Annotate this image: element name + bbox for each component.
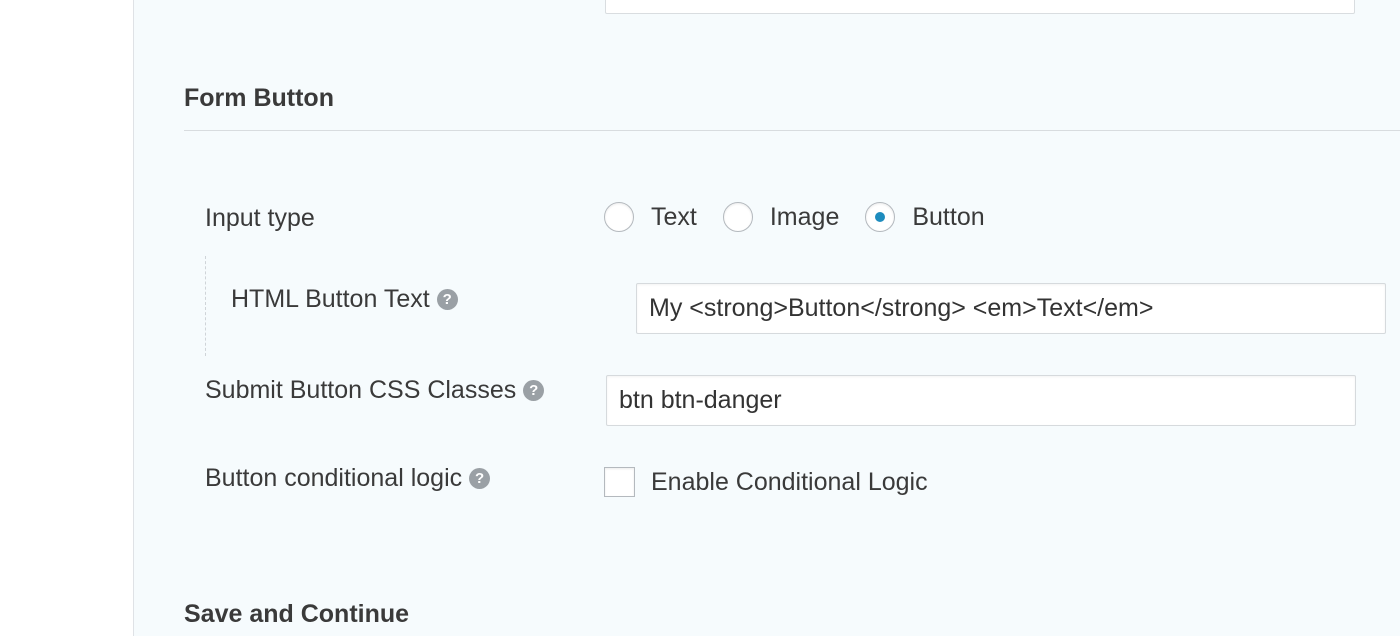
submit-css-classes-label: Submit Button CSS Classes xyxy=(205,375,517,404)
nested-setting-guide xyxy=(205,256,206,356)
radio-image-label[interactable]: Image xyxy=(770,203,839,232)
conditional-logic-row-label: Button conditional logic ? xyxy=(205,462,491,494)
submit-css-classes-input[interactable]: btn btn-danger xyxy=(606,375,1356,426)
radio-selected-dot xyxy=(875,212,886,222)
help-icon[interactable]: ? xyxy=(523,379,545,401)
radio-text-label[interactable]: Text xyxy=(651,203,697,232)
html-button-text-input[interactable]: My <strong>Button</strong> <em>Text</em> xyxy=(636,283,1386,334)
radio-option-button[interactable]: Button xyxy=(865,202,985,232)
section-divider xyxy=(184,130,1400,131)
form-button-section-title: Form Button xyxy=(184,84,334,112)
radio-image-circle[interactable] xyxy=(722,202,753,232)
enable-conditional-logic-checkbox[interactable] xyxy=(604,467,635,497)
html-button-text-label: HTML Button Text xyxy=(231,284,430,313)
radio-button-circle[interactable] xyxy=(865,202,896,232)
help-icon[interactable]: ? xyxy=(469,467,491,489)
input-type-label: Input type xyxy=(205,203,315,232)
radio-option-text[interactable]: Text xyxy=(604,202,697,232)
left-gutter xyxy=(0,0,134,636)
radio-button-label[interactable]: Button xyxy=(912,203,984,232)
radio-option-image[interactable]: Image xyxy=(722,202,839,232)
radio-text-circle[interactable] xyxy=(604,202,634,232)
save-continue-section-title: Save and Continue xyxy=(184,600,410,628)
enable-conditional-logic-label[interactable]: Enable Conditional Logic xyxy=(651,467,928,497)
conditional-logic-label: Button conditional logic xyxy=(205,463,463,492)
submit-css-classes-row-label: Submit Button CSS Classes ? xyxy=(205,374,545,406)
html-button-text-row-label: HTML Button Text ? xyxy=(231,283,458,315)
input-type-radio-group: Text Image Button xyxy=(604,202,1011,232)
previous-setting-input[interactable] xyxy=(605,0,1355,14)
help-icon[interactable]: ? xyxy=(436,288,458,310)
